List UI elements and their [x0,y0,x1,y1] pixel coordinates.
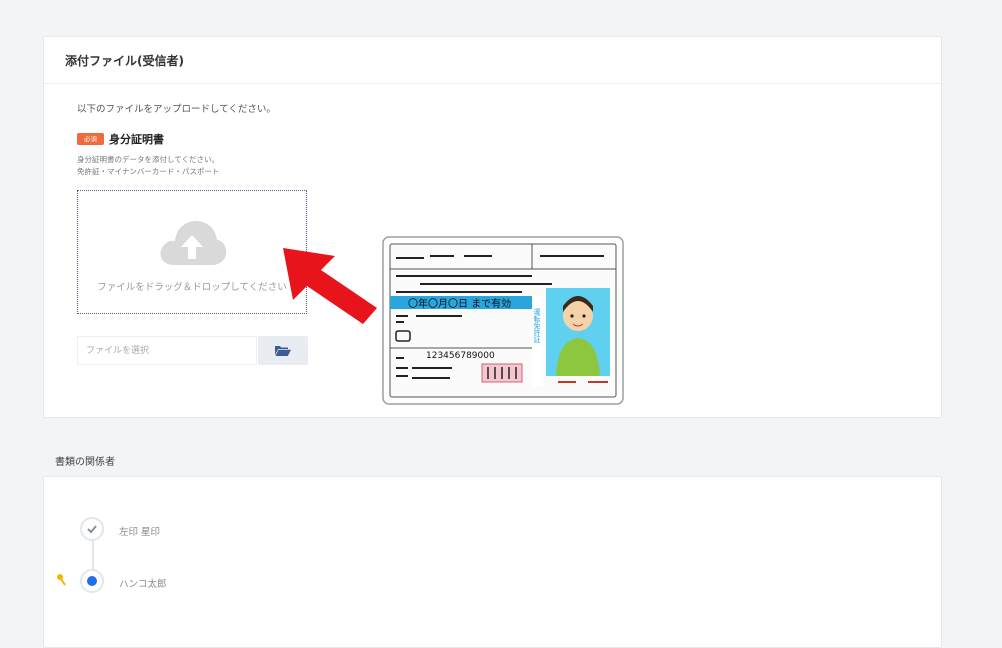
required-badge: 必須 [77,133,104,145]
license-type-label: 運転免許証 [533,307,541,344]
step-name: 左印 星印 [119,527,161,538]
step-name: ハンコ太郎 [119,579,167,590]
parties-title: 書類の関係者 [55,457,115,468]
dropzone-text: ファイルをドラッグ＆ドロップしてください [97,282,287,293]
drivers-license-illustration: 〇年〇月〇日 まで有効 運転免許証 123456789000 [382,236,624,405]
license-expiry: 〇年〇月〇日 まで有効 [408,297,511,310]
cloud-upload-icon [160,221,227,265]
step-connector [92,541,94,570]
folder-open-icon [275,346,291,356]
parties-card: 左印 星印 ハンコ太郎 [43,476,942,648]
file-browse-button[interactable] [258,336,308,365]
step-completed [80,517,104,541]
upload-instruction: 以下のファイルをアップロードしてください。 [77,104,276,115]
step-current [80,569,104,593]
check-icon [87,525,97,534]
license-number: 123456789000 [426,351,495,361]
current-dot [87,576,97,586]
attachment-header: 添付ファイル(受信者) [44,37,941,84]
key-icon [57,574,66,586]
document-title: 身分証明書 [109,133,164,146]
document-description: 身分証明書のデータを添付してください。 [77,155,220,164]
arrow-icon [283,248,377,324]
document-accepted-types: 免許証・マイナンバーカード・パスポート [77,167,220,176]
file-select-input[interactable]: ファイルを選択 [77,336,257,365]
file-dropzone[interactable]: ファイルをドラッグ＆ドロップしてください [77,190,307,314]
